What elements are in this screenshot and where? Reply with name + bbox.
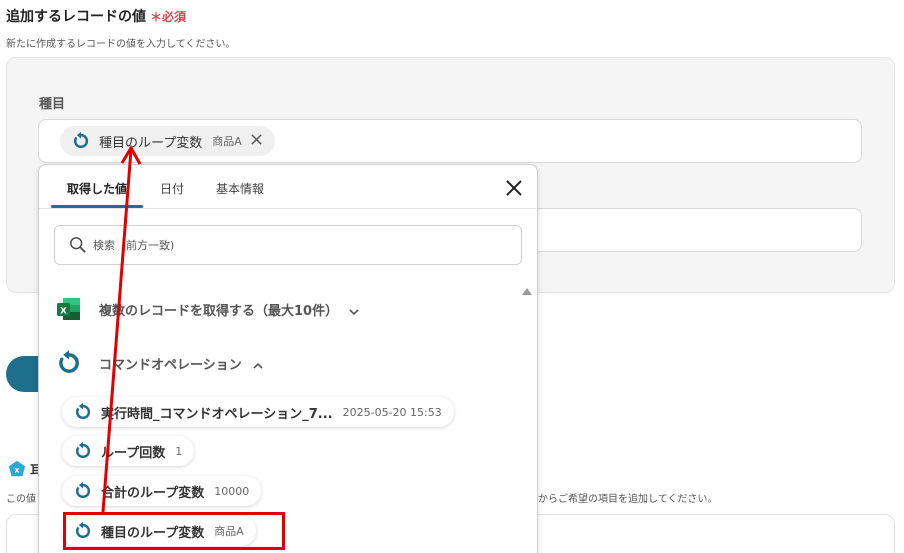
tab-date[interactable]: 日付 [160,180,184,197]
chip-name: 種目のループ変数 [99,135,203,151]
scroll-up-arrow[interactable] [522,288,532,295]
variable-icon: x [8,460,26,478]
svg-text:x: x [14,465,20,475]
picker-tabs: 取得した値 日付 基本情報 [39,165,537,209]
chevron-down-icon [348,303,360,316]
group-label: 複数のレコードを取得する（最大10件） [99,303,339,319]
search-icon [69,236,87,254]
close-icon[interactable] [505,179,523,197]
search-placeholder: 検索（前方一致) [93,239,175,252]
tab-acquired-values[interactable]: 取得した値 [67,180,127,197]
bottom-description-left: この値 [6,494,36,505]
item-value: 10000 [214,484,250,498]
section-description: 新たに作成するレコードの値を入力してください。 [6,39,236,50]
loop-icon [72,401,94,423]
highlight-box [63,512,285,550]
item-total-loop-variable[interactable]: 合計のループ変数 10000 [62,476,262,506]
item-loop-count[interactable]: ループ回数 1 [62,436,195,466]
active-tab-indicator [51,205,143,208]
item-name: 実行時間_コマンドオペレーション_7... [101,406,333,422]
loop-icon [72,440,94,462]
item-execution-time[interactable]: 実行時間_コマンドオペレーション_7... 2025-05-20 15:53 [62,397,454,427]
loop-icon [72,480,94,502]
loop-icon [55,349,83,377]
search-input[interactable]: 検索（前方一致) [54,225,522,265]
tab-basic-info[interactable]: 基本情報 [216,180,264,197]
item-name: 合計のループ変数 [101,485,205,501]
item-value: 2025-05-20 15:53 [342,405,442,419]
selected-variable-chip[interactable]: 種目のループ変数 商品A [60,126,275,156]
loop-icon [70,130,92,152]
section-title-text: 追加するレコードの値 [6,9,146,25]
excel-icon: X [55,295,83,323]
group-label: コマンドオペレーション [99,357,242,373]
group-get-records[interactable]: X 複数のレコードを取得する（最大10件） [55,295,360,323]
bottom-description-right: からご希望の項目を追加してください。 [538,494,718,505]
chip-value: 商品A [212,135,242,148]
group-command-operation[interactable]: コマンドオペレーション [55,349,264,377]
item-value: 1 [175,444,183,458]
section-title: 追加するレコードの値 ＊必須 [6,6,186,26]
svg-text:X: X [60,307,67,317]
chevron-up-icon [252,357,264,369]
required-badge: ＊必須 [150,10,187,24]
close-icon[interactable] [250,133,263,149]
field-label-shumoku: 種目 [39,97,66,112]
item-name: ループ回数 [101,445,166,461]
